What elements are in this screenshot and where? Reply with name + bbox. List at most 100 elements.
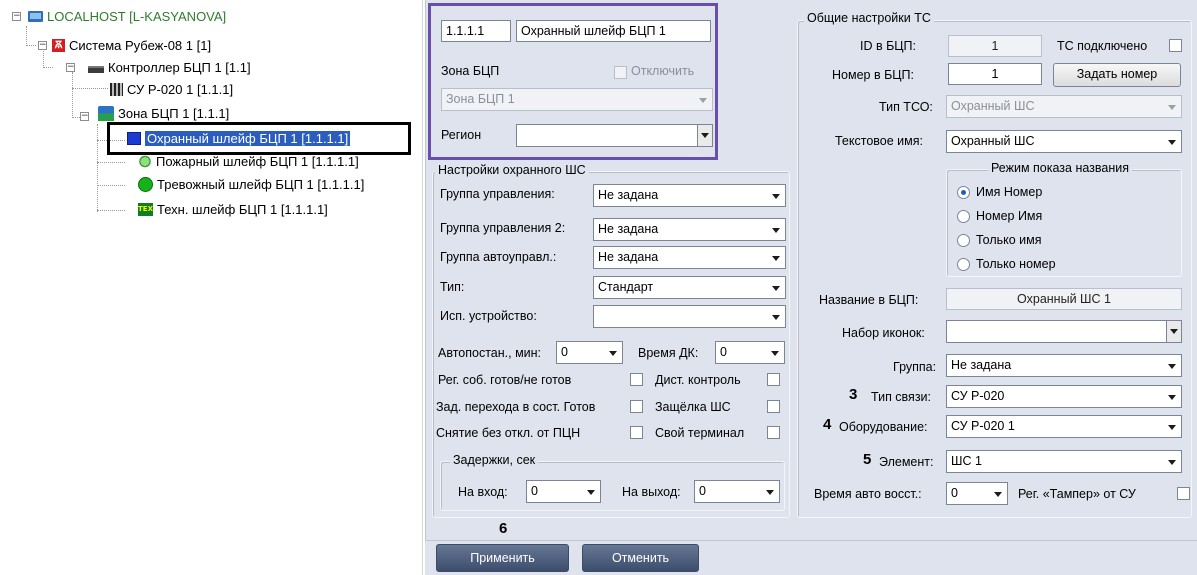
radio-name-number-label: Имя Номер (976, 185, 1043, 199)
autoset-select[interactable]: 0 (556, 341, 623, 364)
reg-ready-checkbox[interactable] (630, 373, 643, 386)
link-type-select[interactable]: СУ Р-020 (946, 385, 1182, 408)
connected-label: ТС подключено (1057, 39, 1148, 53)
latch-label: Защёлка ШС (655, 400, 731, 414)
collapse-controller-toggle[interactable]: − (66, 63, 75, 72)
tree-node-fire-loop[interactable]: Пожарный шлейф БЦП 1 [1.1.1.1] (138, 151, 359, 171)
delays-title: Задержки, сек (450, 453, 539, 467)
type-select[interactable]: Стандарт (593, 276, 786, 299)
device-tree: − LOCALHOST [L-KASYANOVA] − Ꙛ Система Ру… (0, 0, 423, 575)
chevron-down-icon (771, 351, 779, 356)
delay-ready-checkbox[interactable] (630, 400, 643, 413)
unset-label: Снятие без откл. от ПЦН (436, 426, 581, 440)
collapse-system-toggle[interactable]: − (38, 41, 47, 50)
control-unit-icon (110, 82, 123, 96)
chevron-down-icon (1168, 105, 1176, 110)
auto-restore-select[interactable]: 0 (946, 482, 1008, 505)
tree-node-su[interactable]: СУ Р-020 1 [1.1.1] (110, 79, 233, 99)
equipment-select[interactable]: СУ Р-020 1 (946, 415, 1182, 438)
exit-delay-label: На выход: (622, 485, 681, 499)
callout-4: 4 (823, 416, 832, 433)
auto-group-select[interactable]: Не задана (593, 246, 786, 269)
remote-control-label: Дист. контроль (655, 373, 741, 387)
remote-control-checkbox[interactable] (767, 373, 780, 386)
tso-type-select[interactable]: Охранный ШС (946, 95, 1182, 118)
fire-loop-icon (138, 154, 152, 168)
name-in-bcp-field[interactable]: Охранный ШС 1 (946, 288, 1182, 310)
icon-set-select[interactable] (946, 320, 1182, 343)
callout-5: 5 (863, 451, 872, 468)
control-group2-select[interactable]: Не задана (593, 218, 786, 241)
chevron-down-icon (587, 490, 595, 495)
radio-number-only[interactable] (957, 258, 970, 271)
tree-node-localhost[interactable]: LOCALHOST [L-KASYANOVA] (28, 6, 226, 26)
chevron-down-icon (994, 492, 1002, 497)
element-select[interactable]: ШС 1 (946, 450, 1182, 473)
exec-device-label: Исп. устройство: (440, 309, 537, 323)
radio-name-number[interactable] (957, 186, 970, 199)
dk-time-select[interactable]: 0 (715, 341, 785, 364)
radio-name-only[interactable] (957, 234, 970, 247)
own-terminal-label: Свой терминал (655, 426, 745, 440)
tamper-checkbox[interactable] (1177, 487, 1190, 500)
tree-node-alarm-loop[interactable]: Тревожный шлейф БЦП 1 [1.1.1.1] (138, 174, 364, 194)
auto-group-label: Группа автоуправл.: (440, 250, 557, 264)
collapse-localhost-toggle[interactable]: − (12, 12, 21, 21)
radio-number-name[interactable] (957, 210, 970, 223)
group-select[interactable]: Не задана (946, 354, 1182, 377)
tech-loop-icon: TEX (138, 202, 153, 216)
chevron-down-icon (1168, 460, 1176, 465)
entry-delay-select[interactable]: 0 (526, 480, 601, 503)
text-name-select[interactable]: Охранный ШС (946, 130, 1182, 153)
tree-node-controller[interactable]: Контроллер БЦП 1 [1.1] (88, 57, 251, 77)
unset-checkbox[interactable] (630, 426, 643, 439)
computer-icon (28, 10, 43, 22)
chevron-down-icon (699, 98, 707, 103)
chevron-down-icon (1168, 140, 1176, 145)
equipment-label: Оборудование: (839, 420, 928, 434)
chevron-down-icon (1168, 395, 1176, 400)
reg-ready-label: Рег. соб. готов/не готов (438, 373, 572, 387)
latch-checkbox[interactable] (767, 400, 780, 413)
chevron-down-icon (701, 133, 709, 138)
control-group-label: Группа управления: (440, 187, 555, 201)
region-select[interactable] (516, 124, 713, 147)
object-name-field[interactable]: Охранный шлейф БЦП 1 (516, 20, 711, 42)
own-terminal-checkbox[interactable] (767, 426, 780, 439)
set-number-button[interactable]: Задать номер (1053, 63, 1181, 87)
apply-button[interactable]: Применить (436, 544, 569, 572)
display-mode-title: Режим показа названия (988, 161, 1132, 175)
disable-checkbox[interactable] (614, 66, 627, 79)
tree-node-system[interactable]: Ꙛ Система Рубеж-08 1 [1] (52, 35, 211, 55)
number-in-bcp-label: Номер в БЦП: (832, 68, 914, 82)
connected-checkbox[interactable] (1169, 39, 1182, 52)
tamper-label: Рег. «Тампер» от СУ (1018, 487, 1136, 501)
exit-delay-select[interactable]: 0 (694, 480, 780, 503)
zone-select[interactable]: Зона БЦП 1 (441, 88, 713, 111)
alarm-loop-icon (138, 176, 153, 192)
control-group-select[interactable]: Не задана (593, 184, 786, 207)
id-in-bcp-label: ID в БЦП: (860, 39, 916, 53)
loop-settings-panel: 1.1.1.1 Охранный шлейф БЦП 1 Зона БЦП От… (425, 0, 797, 540)
number-in-bcp-field[interactable]: 1 (948, 63, 1042, 85)
chevron-down-icon (772, 228, 780, 233)
link-type-label: Тип связи: (871, 390, 932, 404)
chevron-down-icon (1170, 329, 1178, 334)
object-id-field[interactable]: 1.1.1.1 (441, 20, 511, 42)
exec-device-select[interactable] (593, 305, 786, 328)
object-header-box: 1.1.1.1 Охранный шлейф БЦП 1 Зона БЦП От… (428, 3, 718, 160)
tree-node-zone[interactable]: Зона БЦП 1 [1.1.1] (98, 103, 229, 123)
tree-node-tech-loop[interactable]: TEX Техн. шлейф БЦП 1 [1.1.1.1] (138, 199, 328, 219)
id-in-bcp-field[interactable]: 1 (948, 35, 1042, 57)
general-settings-panel: Общие настройки ТС ID в БЦП: 1 ТС подклю… (797, 0, 1197, 540)
chevron-down-icon (772, 286, 780, 291)
autoset-label: Автопостан., мин: (438, 346, 542, 360)
cancel-button[interactable]: Отменить (582, 544, 699, 572)
collapse-zone-toggle[interactable]: − (80, 112, 89, 121)
group-label: Группа: (893, 360, 937, 374)
control-group2-label: Группа управления 2: (440, 221, 566, 235)
radio-number-name-label: Номер Имя (976, 209, 1043, 223)
radio-name-only-label: Только имя (976, 233, 1042, 247)
tso-type-label: Тип ТСО: (879, 100, 933, 114)
auto-restore-label: Время авто восст.: (814, 487, 922, 501)
